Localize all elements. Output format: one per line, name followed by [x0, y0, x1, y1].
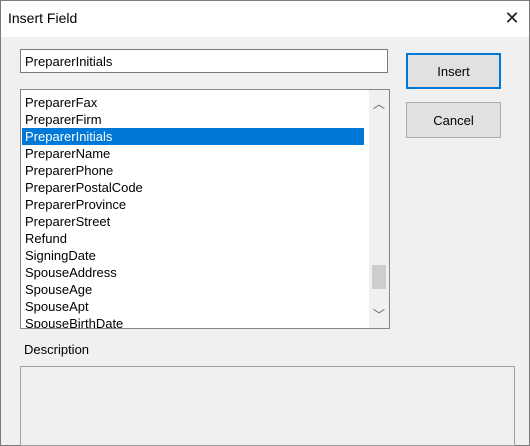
scroll-up-icon[interactable]: ︿: [369, 93, 389, 113]
list-item[interactable]: SpouseBirthDate: [22, 315, 364, 328]
list-item[interactable]: PreparerProvince: [22, 196, 364, 213]
dialog-title: Insert Field: [8, 10, 78, 26]
list-item[interactable]: SpouseAddress: [22, 264, 364, 281]
list-item[interactable]: SigningDate: [22, 247, 364, 264]
close-icon[interactable]: ✕: [499, 4, 525, 32]
cancel-button[interactable]: Cancel: [406, 102, 501, 138]
list-item[interactable]: PreparerPhone: [22, 162, 364, 179]
list-item[interactable]: PreparerStreet: [22, 213, 364, 230]
insert-field-dialog: Insert Field ✕ Insert Cancel PreparerFax…: [0, 0, 530, 446]
list-item[interactable]: PreparerPostalCode: [22, 179, 364, 196]
description-label: Description: [24, 342, 90, 357]
list-item[interactable]: PreparerFax: [22, 94, 364, 111]
field-name-input[interactable]: [20, 49, 388, 73]
list-item[interactable]: PreparerInitials: [22, 128, 364, 145]
scrollbar-thumb[interactable]: [372, 265, 386, 289]
insert-button[interactable]: Insert: [406, 53, 501, 89]
scroll-down-icon[interactable]: ﹀: [369, 304, 389, 324]
field-listbox[interactable]: PreparerFax PreparerFirm PreparerInitials P…: [20, 89, 390, 329]
list-item[interactable]: SpouseApt: [22, 298, 364, 315]
title-bar: Insert Field ✕: [1, 1, 529, 37]
list-item[interactable]: PreparerFirm: [22, 111, 364, 128]
list-item[interactable]: PreparerName: [22, 145, 364, 162]
field-list[interactable]: PreparerFax PreparerFirm PreparerInitials P…: [22, 94, 364, 328]
list-item[interactable]: SpouseAge: [22, 281, 364, 298]
list-item[interactable]: Refund: [22, 230, 364, 247]
listbox-scrollbar[interactable]: ︿ ﹀: [369, 90, 389, 328]
description-box: [20, 366, 515, 446]
